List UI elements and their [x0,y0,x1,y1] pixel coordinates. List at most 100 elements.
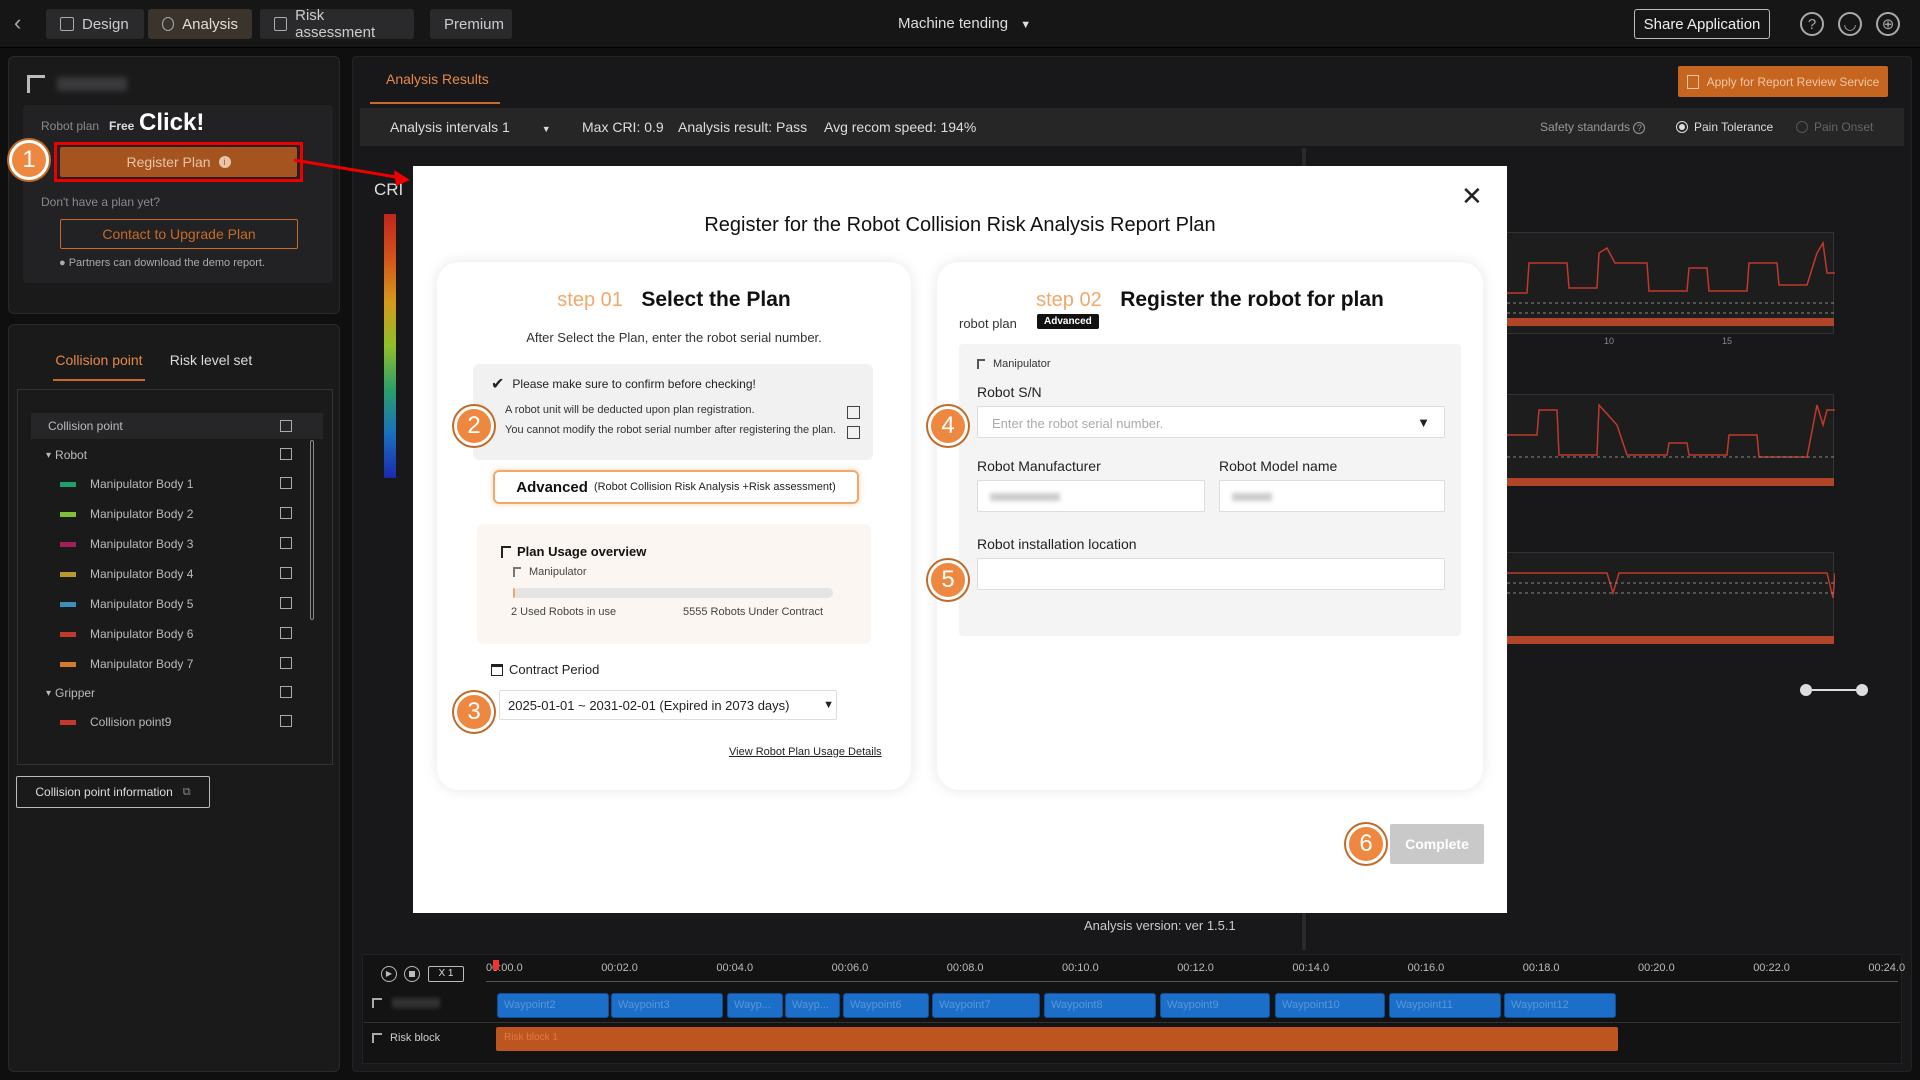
zoom-slider[interactable] [1800,684,1868,696]
tab-risk-level-set[interactable]: Risk level set [161,345,261,381]
plan-option-advanced[interactable]: Advanced (Robot Collision Risk Analysis … [493,470,859,504]
tab-collision-point[interactable]: Collision point [53,345,145,381]
timeline-tick: 00:02.0 [601,962,638,974]
installation-location-field[interactable] [977,558,1445,590]
tree-item[interactable]: Collision point9 [60,709,340,735]
tree-header-checkbox[interactable] [280,420,292,432]
tree-item[interactable]: Manipulator Body 3 [60,531,340,557]
stop-button[interactable] [404,966,420,982]
tree-checkbox[interactable] [280,627,292,639]
waypoint-block[interactable]: Waypoint7 [932,993,1040,1018]
color-swatch [60,541,76,547]
robot-arm-icon [372,1033,382,1043]
tab-design[interactable]: Design [46,9,144,39]
chevron-down-icon[interactable]: ▾ [46,450,51,461]
playhead[interactable] [493,960,499,970]
tab-analysis-results[interactable]: Analysis Results [370,62,500,104]
tree-item[interactable]: Manipulator Body 5 [60,591,340,617]
analysis-interval-select[interactable]: Analysis intervals 1 ▼ [390,119,551,135]
tree-item[interactable]: Manipulator Body 7 [60,651,340,677]
tree-checkbox[interactable] [280,686,292,698]
partners-note: ● Partners can download the demo report. [59,257,265,269]
collision-chart-3 [1506,552,1836,642]
info-icon: i [218,156,231,168]
robot-arm-icon [27,75,45,93]
user-icon[interactable]: ◡ [1838,12,1862,36]
zoom-out-icon[interactable] [1800,684,1812,696]
chart-3-band [1506,636,1834,644]
contract-period-select[interactable]: 2025-01-01 ~ 2031-02-01 (Expired in 2073… [499,690,837,720]
close-icon[interactable]: ✕ [1461,183,1483,209]
pain-onset-radio[interactable]: Pain Onset [1796,120,1873,134]
waypoint-block[interactable]: Waypoint6 [843,993,929,1018]
tab-premium[interactable]: Premium [430,9,512,39]
timeline-tick: 00:08.0 [946,962,984,974]
tree-checkbox[interactable] [280,537,292,549]
tree-item[interactable]: Manipulator Body 2 [60,501,340,527]
step2-heading: step 02 Register the robot for plan [1036,288,1384,311]
waypoint-block[interactable]: Wayp... [785,993,840,1018]
chevron-down-icon[interactable]: ▾ [46,688,51,699]
timeline-tick: 00:14.0 [1292,962,1330,974]
tree-scrollbar[interactable] [310,440,314,620]
waypoint-block[interactable]: Waypoint3 [611,993,723,1018]
tree-checkbox[interactable] [280,567,292,579]
complete-button[interactable]: Complete [1390,824,1484,864]
timeline-tick: 00:16.0 [1407,962,1445,974]
confirm-title: ✔ Please make sure to confirm before che… [491,376,756,393]
contact-upgrade-button[interactable]: Contact to Upgrade Plan [60,219,298,249]
waypoint-block[interactable]: Waypoint10 [1275,993,1385,1018]
analysis-result: Analysis result: Pass [678,119,808,135]
confirm-checkbox-2[interactable] [847,426,860,439]
waypoint-block[interactable]: Waypoint8 [1044,993,1156,1018]
tab-risk-assessment[interactable]: Risk assessment [260,7,414,41]
chart-tick-15: 15 [1722,336,1733,346]
tab-analysis[interactable]: Analysis [148,9,252,39]
waypoint-block[interactable]: Waypoint2 [497,993,609,1018]
play-button[interactable]: ▶ [381,966,397,982]
tree-item[interactable]: Manipulator Body 4 [60,561,340,587]
confirm-checkbox-1[interactable] [847,406,860,419]
playback-speed[interactable]: X 1 [428,966,464,982]
globe-icon[interactable]: ⊕ [1876,12,1900,36]
timeline-tick: 00:10.0 [1062,962,1099,974]
waypoint-block[interactable]: Waypoint9 [1160,993,1270,1018]
robot-sn-select[interactable]: Enter the robot serial number. ▼ [977,406,1445,438]
back-icon[interactable]: ‹ [14,12,36,35]
tree-checkbox[interactable] [280,597,292,609]
risk-block-1[interactable]: Risk block 1 [496,1027,1618,1051]
caret-down-icon: ▼ [823,699,834,711]
step-badge-2: 2 [454,406,494,446]
tree-item[interactable]: Manipulator Body 1 [60,471,340,497]
zoom-in-icon[interactable] [1856,684,1868,696]
share-application-button[interactable]: Share Application [1634,9,1770,39]
color-swatch [60,631,76,637]
robot-model-field[interactable] [1219,480,1445,512]
analysis-icon [162,17,175,31]
pain-tolerance-radio[interactable]: Pain Tolerance [1676,120,1773,134]
waypoint-block[interactable]: Waypoint11 [1389,993,1501,1018]
no-plan-text: Don't have a plan yet? [41,195,161,209]
waypoint-block[interactable]: Waypoint12 [1504,993,1616,1018]
robot-plan-label: robot plan [959,316,1017,331]
chart-tick-10: 10 [1604,336,1615,346]
tree-checkbox[interactable] [280,477,292,489]
tree-checkbox[interactable] [280,657,292,669]
help-icon[interactable]: ? [1633,122,1646,134]
apply-report-review-button[interactable]: Apply for Report Review Service [1678,66,1888,97]
tree-checkbox[interactable] [280,715,292,727]
tree-checkbox[interactable] [280,448,292,460]
chart-1-band [1506,318,1834,326]
robot-manufacturer-field[interactable] [977,480,1205,512]
collision-point-information-button[interactable]: Collision point information ⧉ [16,776,210,808]
analysis-version: Analysis version: ver 1.5.1 [1084,918,1236,933]
waypoint-block[interactable]: Wayp... [727,993,783,1018]
view-usage-details-link[interactable]: View Robot Plan Usage Details [729,746,882,758]
register-plan-button[interactable]: Register Plan i [60,147,297,177]
tree-checkbox[interactable] [280,507,292,519]
help-icon[interactable]: ? [1800,12,1824,36]
tree-item[interactable]: Manipulator Body 6 [60,621,340,647]
project-selector[interactable]: Machine tending ▼ [898,15,1031,32]
robot-arm-icon [501,545,511,558]
timeline-tick: 00:18.0 [1522,962,1560,974]
